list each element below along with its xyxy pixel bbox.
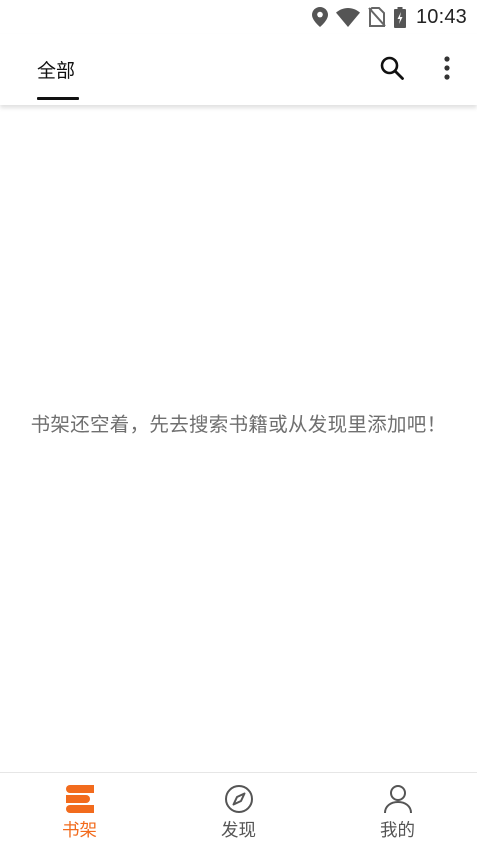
status-bar: 10:43: [0, 0, 477, 34]
empty-state-message: 书架还空着，先去搜索书籍或从发现里添加吧！: [30, 413, 447, 436]
nav-label-mine: 我的: [380, 821, 415, 841]
nav-item-mine[interactable]: 我的: [318, 773, 477, 849]
top-app-bar: 全部: [0, 34, 477, 105]
nav-item-bookshelf[interactable]: 书架: [0, 773, 159, 849]
compass-icon: [222, 783, 256, 815]
more-options-button[interactable]: [430, 50, 464, 90]
bookshelf-content: 书架还空着，先去搜索书籍或从发现里添加吧！: [0, 105, 477, 773]
more-vert-icon: [444, 56, 450, 84]
no-sim-icon: [368, 7, 386, 27]
location-icon: [311, 7, 328, 27]
nav-label-discover: 发现: [221, 821, 256, 841]
battery-charging-icon: [393, 6, 406, 28]
wifi-icon: [335, 7, 360, 27]
bottom-navigation: 书架 发现 我的: [0, 772, 477, 849]
status-time: 10:43: [415, 5, 467, 28]
person-icon: [381, 783, 415, 815]
tab-all[interactable]: 全部: [37, 34, 75, 105]
search-icon: [379, 55, 405, 85]
nav-label-bookshelf: 书架: [62, 821, 97, 841]
bookshelf-icon: [63, 783, 97, 815]
screen: 10:43 全部 书架还空着，先去搜索书籍或从发现里添加吧！ 书架 发现 我的: [0, 0, 477, 849]
tab-all-label: 全部: [37, 60, 76, 82]
search-button[interactable]: [372, 50, 412, 90]
tab-indicator: [37, 97, 79, 100]
nav-item-discover[interactable]: 发现: [159, 773, 318, 849]
